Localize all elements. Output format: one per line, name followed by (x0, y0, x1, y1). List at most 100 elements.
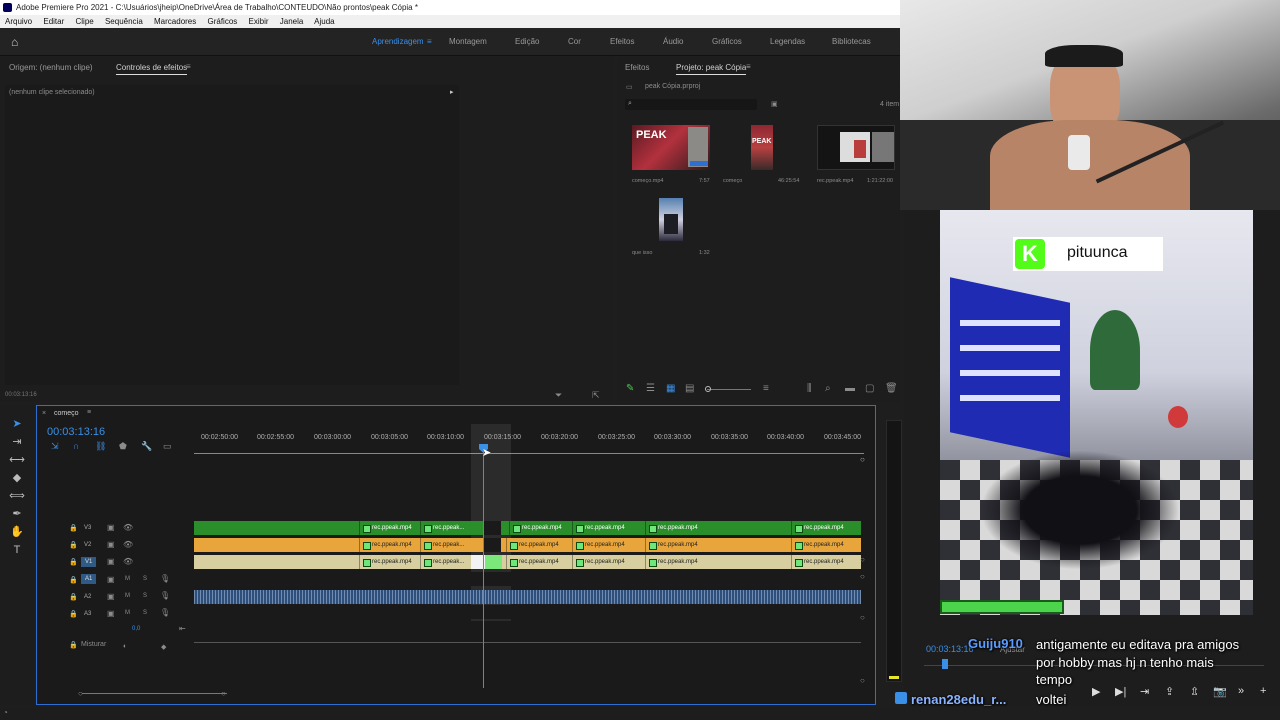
step-forward-icon[interactable]: ▶| (1115, 685, 1126, 698)
captions-icon[interactable]: ▭ (163, 441, 172, 452)
clip-v3-2[interactable]: rec.ppeak... (420, 521, 472, 535)
timeline-timecode[interactable]: 00:03:13:16 (47, 426, 105, 438)
icon-view-icon[interactable]: ▦ (666, 383, 675, 394)
automate-icon[interactable]: ⫼ (807, 383, 812, 394)
workspace-edicao[interactable]: Edição (515, 37, 539, 46)
new-bin-button-icon[interactable]: ▬ (845, 383, 855, 394)
tab-origin[interactable]: Origem: (nenhum clipe) (9, 63, 93, 72)
clip-v1-2[interactable]: rec.ppeak... (420, 555, 472, 569)
zoom-slider-handle[interactable] (705, 386, 711, 392)
selection-tool-icon[interactable]: ➤ (8, 417, 26, 431)
mix-jump-icon[interactable]: ⇤ (179, 624, 186, 633)
clip-v2-4[interactable]: rec.ppeak.mp4 (572, 538, 644, 552)
eye-v2-icon[interactable]: 👁 (123, 540, 133, 549)
menu-arquivo[interactable]: Arquivo (5, 17, 32, 26)
extract-icon[interactable]: ⇫ (1190, 685, 1199, 698)
project-search-input[interactable]: ⌕ (625, 99, 757, 110)
clip-v3-3[interactable]: rec.ppeak.mp4 (509, 521, 571, 535)
clip-v2-6[interactable]: rec.ppeak.mp4 (791, 538, 861, 552)
pencil-icon[interactable]: ✎ (626, 383, 634, 394)
menu-sequencia[interactable]: Sequência (105, 17, 143, 26)
menu-janela[interactable]: Janela (280, 17, 304, 26)
menu-marcadores[interactable]: Marcadores (154, 17, 196, 26)
type-tool-icon[interactable]: T (8, 543, 26, 557)
workspace-efeitos[interactable]: Efeitos (610, 37, 634, 46)
new-item-icon[interactable]: ▢ (865, 383, 874, 394)
linked-selection-icon[interactable]: ⛓ (95, 441, 106, 452)
audio-scroll-handle-top[interactable]: ○ (860, 572, 865, 581)
solo-a1[interactable]: S (143, 576, 147, 582)
list-view-icon[interactable]: ☰ (646, 383, 655, 394)
button-editor-icon[interactable]: » (1238, 685, 1244, 697)
project-menu-icon[interactable]: ≡ (746, 62, 751, 71)
track-v1-label[interactable]: V1 (81, 557, 97, 567)
find-icon[interactable]: ⌕ (825, 383, 831, 394)
lock-a1-icon[interactable]: 🔒 (69, 576, 78, 584)
tab-project[interactable]: Projeto: peak Cópia (676, 63, 747, 75)
menu-ajuda[interactable]: Ajuda (314, 17, 334, 26)
thumb-que-isso[interactable] (659, 198, 683, 241)
lock-v2-icon[interactable]: 🔒 (69, 541, 78, 549)
clip-v1-3[interactable]: rec.ppeak.mp4 (506, 555, 571, 569)
sync-a1-icon[interactable]: ▣ (107, 575, 115, 584)
clip-v2-2[interactable]: rec.ppeak... (420, 538, 472, 552)
workspace-audio[interactable]: Áudio (663, 37, 683, 46)
thumb-comeco-seq[interactable]: PEAK (751, 125, 773, 170)
mute-a2[interactable]: M (125, 593, 130, 599)
workspace-menu-icon[interactable]: ≡ (427, 37, 432, 46)
mute-a1[interactable]: M (125, 576, 130, 582)
expand-arrow-icon[interactable]: ▸ (450, 88, 454, 96)
workspace-cor[interactable]: Cor (568, 37, 581, 46)
mix-scroll-handle[interactable]: ○ (860, 676, 865, 685)
lock-mix-icon[interactable]: 🔒 (69, 641, 78, 649)
clip-v1-5[interactable]: rec.ppeak.mp4 (645, 555, 790, 569)
go-to-out-icon[interactable]: ⇥ (1140, 685, 1149, 698)
clip-v1-4[interactable]: rec.ppeak.mp4 (572, 555, 644, 569)
lock-a3-icon[interactable]: 🔒 (69, 610, 78, 618)
mic-a2-icon[interactable]: 🎙 (160, 591, 170, 600)
clip-v1-6[interactable]: rec.ppeak.mp4 (791, 555, 861, 569)
nest-icon[interactable]: ⇲ (51, 441, 59, 452)
solo-a2[interactable]: S (143, 593, 147, 599)
pen-tool-icon[interactable]: ✒ (8, 507, 26, 521)
slip-tool-icon[interactable]: ⟺ (8, 489, 26, 503)
sequence-tab[interactable]: começo (54, 410, 79, 417)
clip-v3-4[interactable]: rec.ppeak.mp4 (572, 521, 644, 535)
razor-tool-icon[interactable]: ◆ (8, 471, 26, 485)
thumb-comeco-mp4[interactable]: PEAK (632, 125, 710, 170)
track-a2-audio[interactable] (194, 590, 861, 604)
panel-menu-icon[interactable]: ≡ (186, 62, 191, 71)
new-bin-icon[interactable]: ▣ (771, 100, 778, 108)
sort-icon[interactable]: ≡ (763, 383, 769, 394)
program-playhead[interactable] (942, 659, 948, 669)
camera-icon[interactable]: 📷 (1213, 685, 1227, 698)
workspace-bibliotecas[interactable]: Bibliotecas (832, 37, 871, 46)
mic-a1-icon[interactable]: 🎙 (160, 574, 170, 583)
sequence-menu-icon[interactable]: ≡ (87, 409, 91, 416)
video-scroll-handle[interactable]: ○ (860, 555, 865, 564)
menu-exibir[interactable]: Exibir (249, 17, 269, 26)
add-button-icon[interactable]: + (1260, 685, 1266, 697)
menu-editar[interactable]: Editar (43, 17, 64, 26)
mic-a3-icon[interactable]: 🎙 (160, 608, 170, 617)
track-select-tool-icon[interactable]: ⇥ (8, 435, 26, 449)
snap-icon[interactable]: ∩ (73, 441, 79, 451)
close-sequence-icon[interactable]: × (42, 410, 46, 417)
sync-v3-icon[interactable]: ▣ (107, 523, 115, 532)
sync-v1-icon[interactable]: ▣ (107, 557, 115, 566)
eye-v3-icon[interactable]: 👁 (123, 523, 133, 532)
work-area-bar[interactable] (194, 453, 864, 454)
clip-v3-6[interactable]: rec.ppeak.mp4 (791, 521, 861, 535)
play-icon[interactable]: ▶ (1092, 685, 1100, 698)
sync-v2-icon[interactable]: ▣ (107, 540, 115, 549)
audio-scroll-handle-bottom[interactable]: ○ (860, 613, 865, 622)
time-ruler[interactable] (194, 432, 864, 452)
lock-v3-icon[interactable]: 🔒 (69, 524, 78, 532)
clip-v2-3[interactable]: rec.ppeak.mp4 (506, 538, 571, 552)
sync-a3-icon[interactable]: ▣ (107, 609, 115, 618)
clip-v2-5[interactable]: rec.ppeak.mp4 (645, 538, 790, 552)
trash-icon[interactable]: 🗑 (885, 383, 898, 394)
home-icon[interactable]: ⌂ (11, 36, 25, 48)
clip-v1-selected[interactable] (485, 555, 502, 569)
export-icon[interactable]: ⇱ (592, 390, 600, 401)
